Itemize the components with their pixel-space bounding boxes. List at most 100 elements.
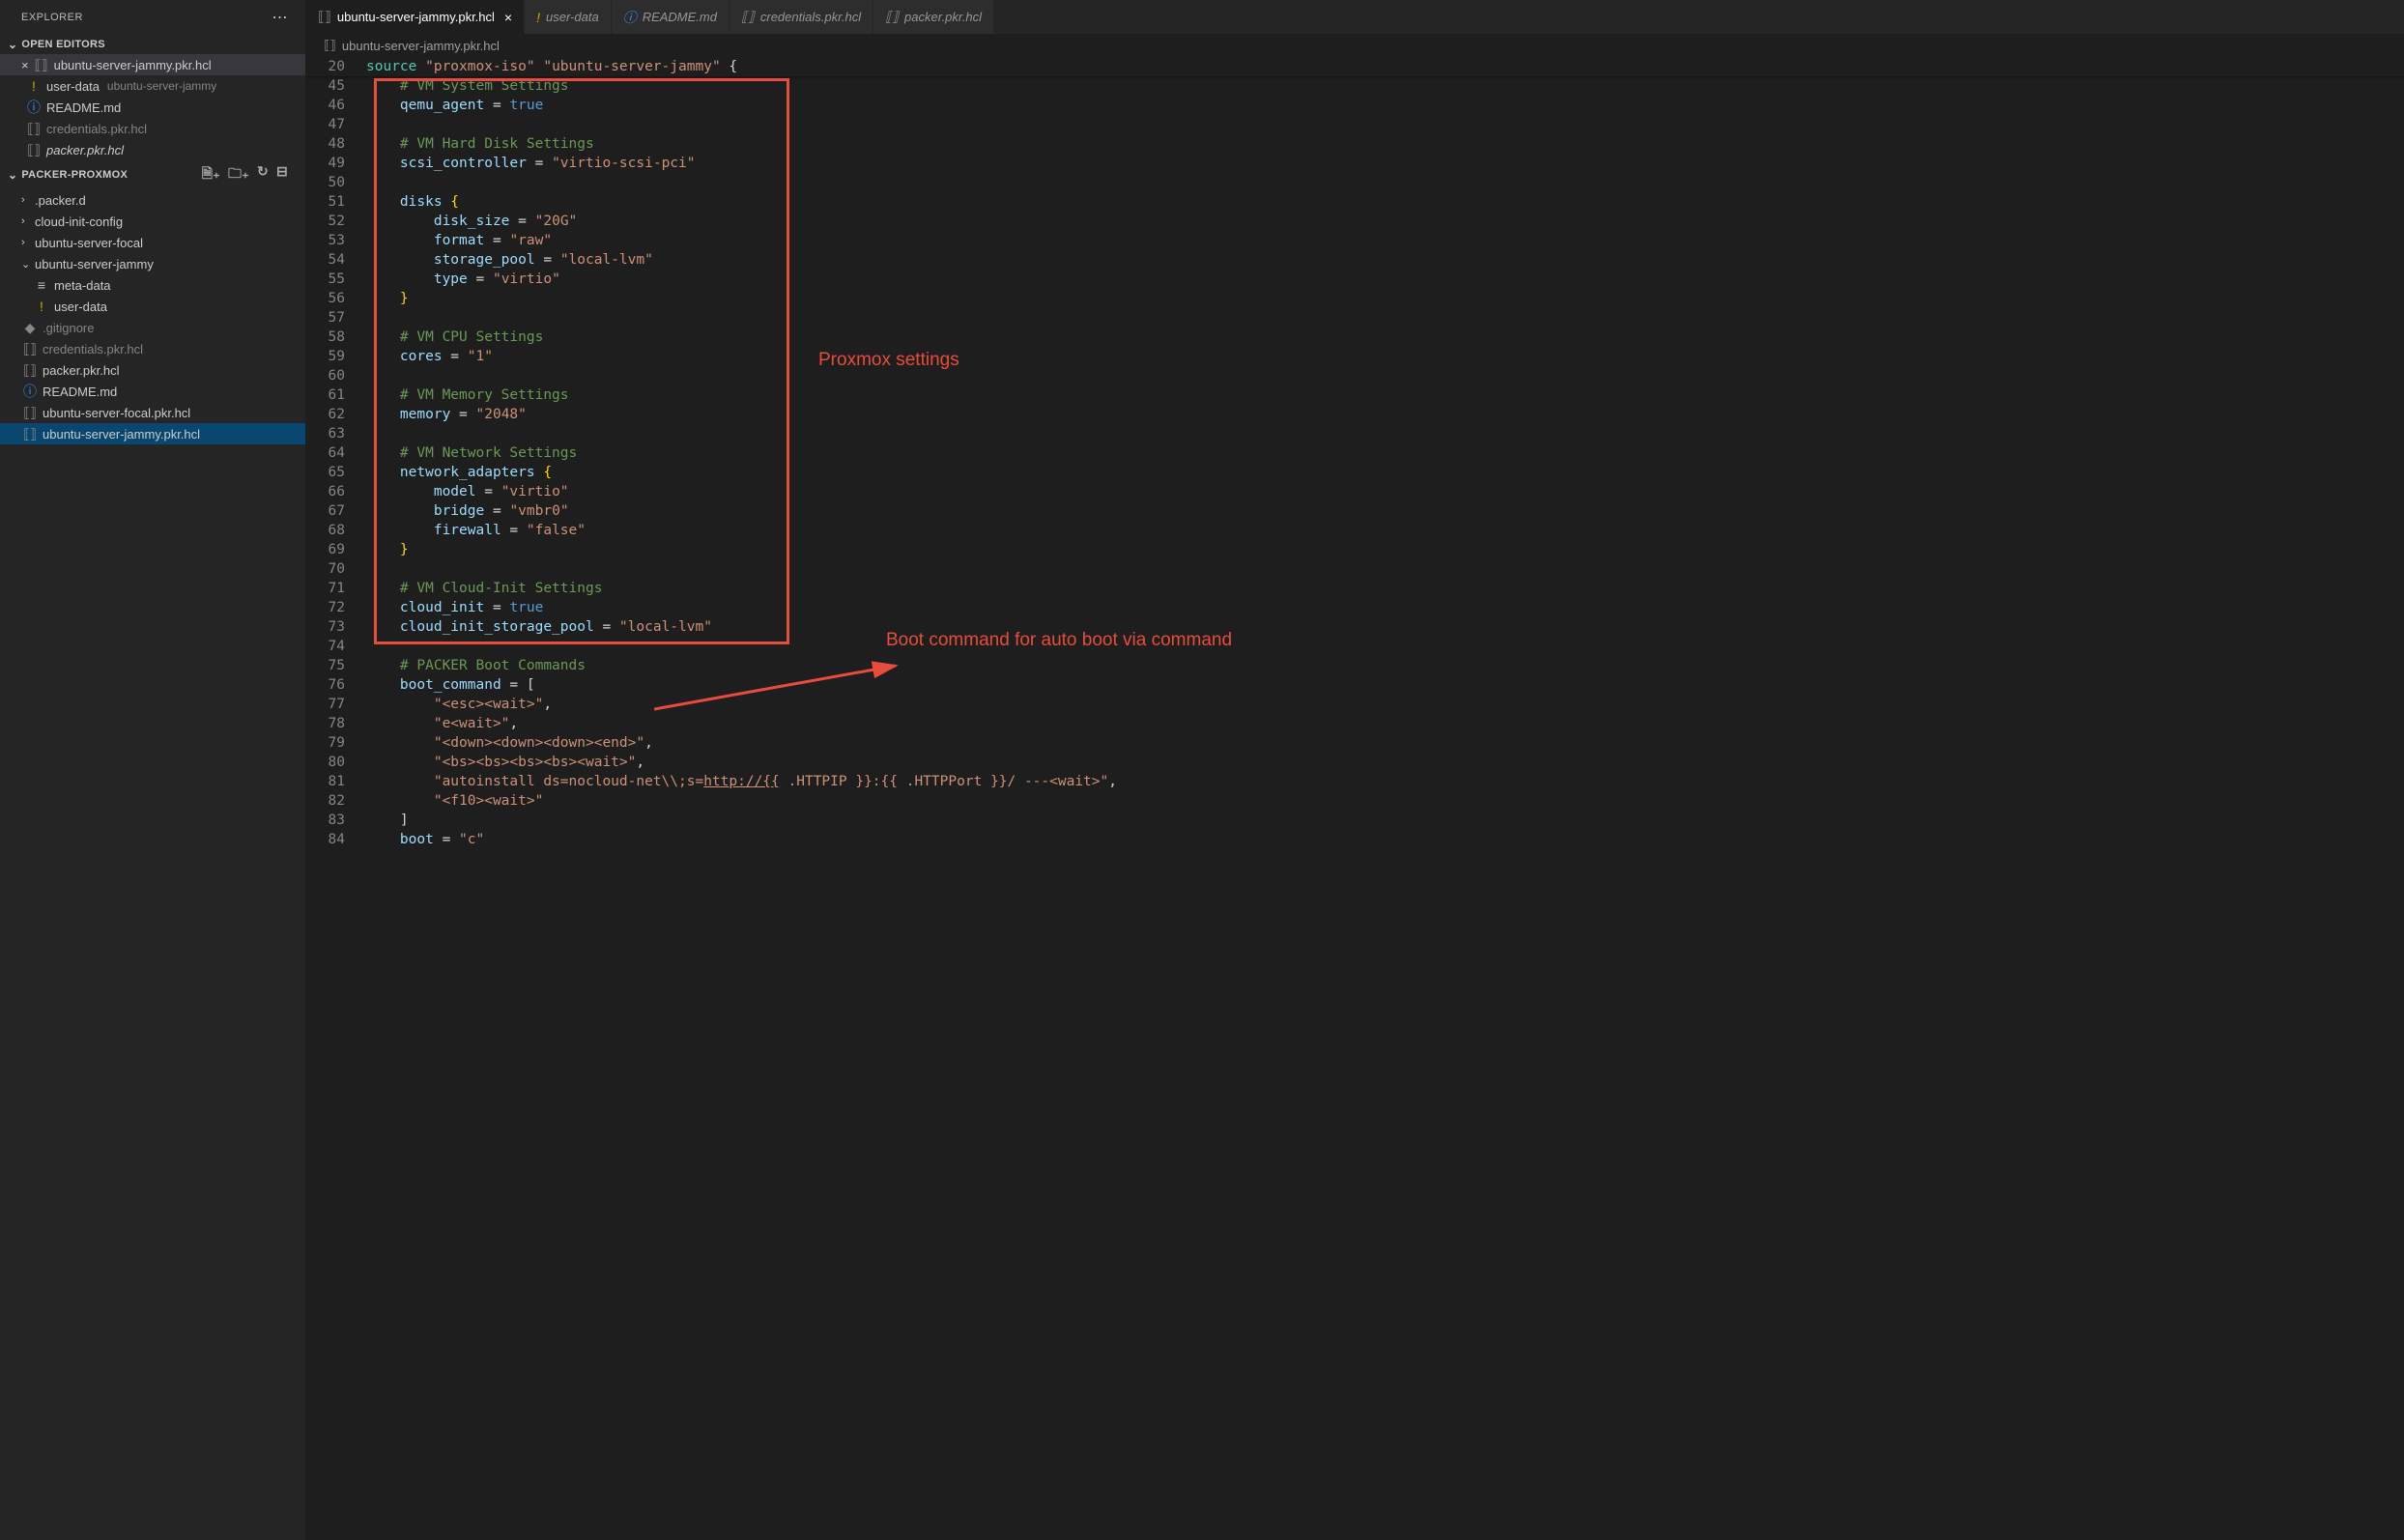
code-line[interactable]: # VM Hard Disk Settings (366, 134, 2404, 154)
file-item[interactable]: ⟦⟧ubuntu-server-focal.pkr.hcl (0, 402, 305, 423)
code-line[interactable]: scsi_controller = "virtio-scsi-pci" (366, 154, 2404, 173)
explorer-more-icon[interactable]: ⋯ (272, 8, 289, 27)
folder-item[interactable]: ›.packer.d (0, 189, 305, 211)
file-label: user-data (46, 79, 100, 94)
code-line[interactable]: # VM Cloud-Init Settings (366, 579, 2404, 598)
file-item[interactable]: ◆.gitignore (0, 317, 305, 338)
tab[interactable]: ⟦⟧ credentials.pkr.hcl (730, 0, 873, 34)
code-line[interactable]: qemu_agent = true (366, 96, 2404, 115)
tab[interactable]: ⟦⟧ubuntu-server-jammy.pkr.hcl× (306, 0, 525, 34)
code-line[interactable] (366, 173, 2404, 192)
folder-label: ubuntu-server-focal (35, 236, 143, 250)
code-line[interactable]: ] (366, 811, 2404, 830)
open-editor-item[interactable]: ⟦⟧packer.pkr.hcl (0, 139, 305, 160)
line-number: 83 (306, 811, 345, 830)
refresh-icon[interactable]: ↻ (257, 163, 269, 186)
hcl-icon: ⟦⟧ (741, 9, 755, 25)
breadcrumb[interactable]: ⟦⟧ ubuntu-server-jammy.pkr.hcl (306, 34, 2404, 57)
code-line[interactable]: "e<wait>", (366, 714, 2404, 733)
code-line[interactable]: # VM Memory Settings (366, 385, 2404, 405)
file-item[interactable]: ⟦⟧ubuntu-server-jammy.pkr.hcl (0, 423, 305, 444)
hcl-icon: ⟦⟧ (21, 362, 39, 379)
main: ⟦⟧ubuntu-server-jammy.pkr.hcl×!user-data… (306, 0, 2404, 1540)
code-line[interactable]: disks { (366, 192, 2404, 212)
hcl-icon: ⟦⟧ (25, 142, 43, 158)
file-item[interactable]: ⟦⟧credentials.pkr.hcl (0, 338, 305, 359)
code-line[interactable]: cloud_init = true (366, 598, 2404, 617)
code-line[interactable] (366, 424, 2404, 443)
code-line[interactable]: bridge = "vmbr0" (366, 501, 2404, 521)
new-file-icon[interactable]: 🗎₊ (202, 163, 220, 186)
code-line[interactable] (366, 559, 2404, 579)
file-item[interactable]: ⓘREADME.md (0, 381, 305, 402)
file-item[interactable]: ≡meta-data (0, 274, 305, 296)
folder-item[interactable]: ›cloud-init-config (0, 211, 305, 232)
open-editor-item[interactable]: ⟦⟧credentials.pkr.hcl (0, 118, 305, 139)
tab-label: packer.pkr.hcl (904, 10, 982, 24)
line-number: 62 (306, 405, 345, 424)
line-number: 67 (306, 501, 345, 521)
close-icon[interactable]: × (21, 58, 29, 72)
open-editors-header[interactable]: ⌄ OPEN EDITORS (0, 35, 305, 54)
tab[interactable]: ⓘREADME.md (612, 0, 730, 34)
code-line[interactable]: # VM CPU Settings (366, 328, 2404, 347)
code-line[interactable]: "<bs><bs><bs><bs><wait>", (366, 753, 2404, 772)
sticky-scroll[interactable]: 20 source "proxmox-iso" "ubuntu-server-j… (306, 57, 2404, 76)
code-line[interactable]: format = "raw" (366, 231, 2404, 250)
code-line[interactable]: } (366, 289, 2404, 308)
code-line[interactable]: storage_pool = "local-lvm" (366, 250, 2404, 270)
line-number: 46 (306, 96, 345, 115)
chevron-icon: › (21, 237, 35, 248)
folder-item[interactable]: ⌄ubuntu-server-jammy (0, 253, 305, 274)
tab-label: credentials.pkr.hcl (760, 10, 861, 24)
tab[interactable]: !user-data (525, 0, 612, 34)
code-line[interactable]: # VM System Settings (366, 76, 2404, 96)
code-line[interactable]: # VM Network Settings (366, 443, 2404, 463)
sidebar: EXPLORER ⋯ ⌄ OPEN EDITORS ×⟦⟧ubuntu-serv… (0, 0, 306, 1540)
code-line[interactable]: } (366, 540, 2404, 559)
code-line[interactable]: boot = "c" (366, 830, 2404, 849)
line-number: 84 (306, 830, 345, 849)
file-item[interactable]: !user-data (0, 296, 305, 317)
project-header[interactable]: ⌄ PACKER-PROXMOX 🗎₊ 🗀₊ ↻ ⊟ (0, 160, 305, 189)
new-folder-icon[interactable]: 🗀₊ (228, 163, 249, 186)
code-line[interactable]: type = "virtio" (366, 270, 2404, 289)
annotation-proxmox-label: Proxmox settings (818, 351, 959, 370)
file-label: ubuntu-server-jammy.pkr.hcl (54, 58, 212, 72)
code-line[interactable] (366, 366, 2404, 385)
code-line[interactable] (366, 308, 2404, 328)
code-line[interactable]: firewall = "false" (366, 521, 2404, 540)
line-number: 55 (306, 270, 345, 289)
editor[interactable]: 20 source "proxmox-iso" "ubuntu-server-j… (306, 57, 2404, 1540)
collapse-icon[interactable]: ⊟ (276, 163, 288, 186)
file-item[interactable]: ⟦⟧packer.pkr.hcl (0, 359, 305, 381)
code-line[interactable]: cores = "1" (366, 347, 2404, 366)
line-number: 76 (306, 675, 345, 695)
folder-label: ubuntu-server-jammy (35, 257, 154, 271)
code-line[interactable]: memory = "2048" (366, 405, 2404, 424)
code-line[interactable]: model = "virtio" (366, 482, 2404, 501)
explorer-title: EXPLORER (21, 12, 83, 23)
code-line[interactable]: "autoinstall ds=nocloud-net\\;s=http://{… (366, 772, 2404, 791)
code-line[interactable] (366, 115, 2404, 134)
code-line[interactable]: "<f10><wait>" (366, 791, 2404, 811)
code-line[interactable]: "<down><down><down><end>", (366, 733, 2404, 753)
hcl-icon: ⟦⟧ (21, 426, 39, 442)
folder-item[interactable]: ›ubuntu-server-focal (0, 232, 305, 253)
open-editors-list: ×⟦⟧ubuntu-server-jammy.pkr.hcl!user-data… (0, 54, 305, 160)
tab[interactable]: ⟦⟧packer.pkr.hcl (873, 0, 994, 34)
close-icon[interactable]: × (504, 10, 512, 25)
line-number: 66 (306, 482, 345, 501)
line-number: 56 (306, 289, 345, 308)
code-line[interactable]: network_adapters { (366, 463, 2404, 482)
open-editor-item[interactable]: !user-dataubuntu-server-jammy (0, 75, 305, 97)
line-gutter: 4546474849505152535455565758596061626364… (306, 76, 366, 849)
code-line[interactable] (366, 637, 2404, 656)
code-line[interactable]: disk_size = "20G" (366, 212, 2404, 231)
code-line[interactable]: cloud_init_storage_pool = "local-lvm" (366, 617, 2404, 637)
code-area[interactable]: # VM System Settings qemu_agent = true #… (366, 76, 2404, 849)
open-editor-item[interactable]: ×⟦⟧ubuntu-server-jammy.pkr.hcl (0, 54, 305, 75)
line-number: 64 (306, 443, 345, 463)
open-editor-item[interactable]: ⓘREADME.md (0, 97, 305, 118)
line-number: 63 (306, 424, 345, 443)
